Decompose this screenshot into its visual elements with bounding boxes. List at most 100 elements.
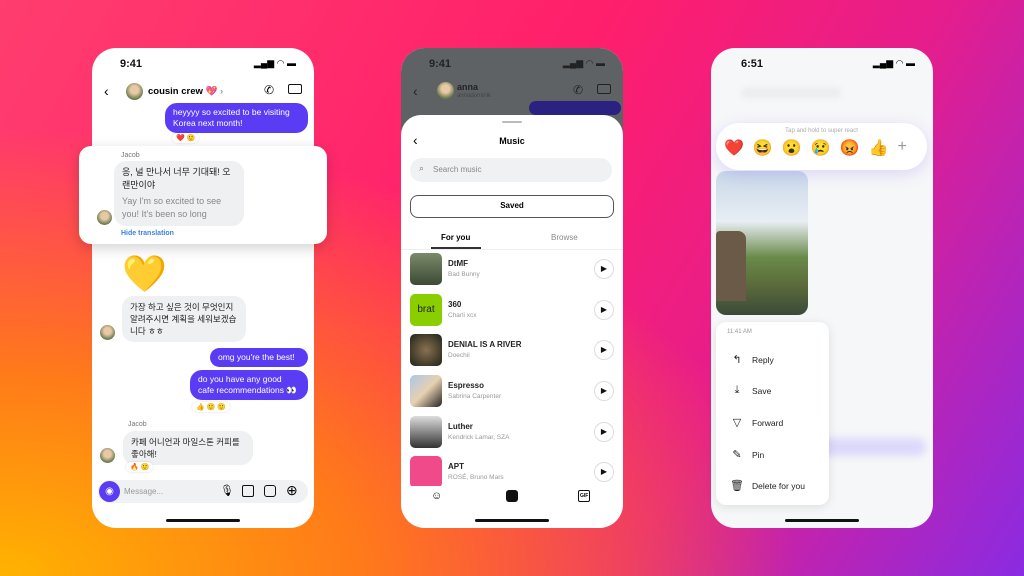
- emoji-wow[interactable]: 😮: [782, 138, 802, 158]
- avatar: [97, 210, 112, 225]
- message-bubble[interactable]: 카페 어니언과 마일스톤 커피를 좋아해!: [123, 431, 253, 465]
- song-item[interactable]: brat 360 Charli xcx ▶: [410, 294, 614, 328]
- gif-icon[interactable]: GIF: [578, 490, 591, 502]
- menu-label: Reply: [752, 354, 774, 365]
- download-icon: ⤓: [734, 384, 740, 396]
- home-indicator: [166, 519, 240, 522]
- emoji-heart[interactable]: ❤️: [724, 138, 744, 158]
- chat-name[interactable]: anna: [457, 82, 478, 92]
- heart-sticker: 💛: [122, 253, 167, 294]
- home-indicator: [475, 519, 549, 522]
- play-icon[interactable]: ▶: [594, 259, 614, 279]
- status-time: 9:41: [120, 58, 143, 70]
- divider: [401, 249, 623, 250]
- message-bubble[interactable]: omg you're the best!: [210, 348, 308, 367]
- emoji-laugh[interactable]: 😆: [753, 138, 773, 158]
- sender-name: Jacob: [128, 421, 147, 428]
- message-timestamp: 11:41 AM: [727, 329, 752, 335]
- play-icon[interactable]: ▶: [594, 340, 614, 360]
- search-placeholder: Search music: [433, 165, 482, 174]
- sender-name: Jacob: [121, 152, 140, 159]
- album-cover: [410, 334, 442, 366]
- song-title: Espresso: [448, 381, 485, 390]
- song-artist: Sabrina Carpenter: [448, 393, 502, 400]
- camera-icon[interactable]: ◉: [99, 481, 120, 502]
- message-bubble[interactable]: 가장 하고 싶은 것이 무엇인지 알려주시면 계획을 세워보겠습니다 ㅎㅎ: [122, 296, 246, 342]
- back-icon[interactable]: ‹: [413, 83, 418, 99]
- song-title: DtMF: [448, 259, 468, 268]
- menu-item-pin[interactable]: ✎ Pin: [730, 448, 764, 461]
- message-bubble: [529, 101, 621, 115]
- translation-card: Jacob 응, 널 만나서 너무 기대돼! 오랜만이야 Yay I'm so …: [79, 146, 327, 244]
- message-bubble[interactable]: do you have any good cafe recommendation…: [190, 370, 308, 400]
- album-cover: brat: [410, 294, 442, 326]
- pin-icon: ✎: [732, 449, 742, 461]
- album-cover: [410, 416, 442, 448]
- gallery-icon[interactable]: [242, 485, 254, 497]
- add-icon[interactable]: ⊕: [286, 482, 298, 499]
- avatar-sticker-icon[interactable]: ☺: [431, 490, 442, 502]
- status-icons: ▂▄▆ ◠ ▬: [872, 58, 915, 68]
- menu-item-forward[interactable]: ▽ Forward: [730, 416, 783, 429]
- add-reaction-icon[interactable]: +: [898, 138, 907, 158]
- video-call-icon[interactable]: [597, 84, 611, 94]
- blurred-header: [741, 88, 841, 98]
- phone-icon[interactable]: ✆: [264, 83, 274, 97]
- album-cover: [410, 253, 442, 285]
- play-icon[interactable]: ▶: [594, 462, 614, 482]
- reply-icon: ↰: [732, 354, 742, 366]
- message-bubble[interactable]: heyyyy so excited to be visiting Korea n…: [165, 103, 308, 133]
- message-composer: ◉ Message... 🎙 ⊕: [98, 480, 308, 503]
- chat-title[interactable]: cousin crew 💖 ›: [148, 86, 223, 97]
- menu-item-delete[interactable]: 🗑 Delete for you: [730, 479, 805, 492]
- song-title: APT: [448, 462, 464, 471]
- song-artist: Charli xcx: [448, 312, 477, 319]
- song-title: 360: [448, 300, 462, 309]
- original-text: 응, 널 만나서 너무 기대돼! 오랜만이야: [122, 167, 231, 190]
- song-title: DENIAL IS A RIVER: [448, 340, 522, 349]
- status-icons: ▂▄▆ ◠ ▬: [562, 58, 605, 68]
- reactions[interactable]: 👍 🙂 🙂: [192, 402, 231, 412]
- emoji-thumbs-up[interactable]: 👍: [869, 138, 889, 158]
- status-time: 6:51: [741, 58, 764, 70]
- emoji-angry[interactable]: 😡: [840, 138, 860, 158]
- sheet-title: Music: [499, 136, 525, 146]
- tab-browse[interactable]: Browse: [551, 233, 578, 242]
- sticker-icon[interactable]: [264, 485, 276, 497]
- emoji-cry[interactable]: 😢: [811, 138, 831, 158]
- photo-message[interactable]: [716, 171, 808, 315]
- song-item[interactable]: Espresso Sabrina Carpenter ▶: [410, 375, 614, 409]
- message-input[interactable]: Message...: [124, 487, 163, 496]
- play-icon[interactable]: ▶: [594, 422, 614, 442]
- drag-handle[interactable]: [502, 121, 522, 123]
- menu-label: Delete for you: [752, 480, 805, 491]
- song-item[interactable]: DENIAL IS A RIVER Doechii ▶: [410, 334, 614, 368]
- hide-translation-link[interactable]: Hide translation: [121, 230, 174, 237]
- menu-label: Pin: [752, 449, 765, 460]
- sticker-icon[interactable]: [506, 490, 518, 502]
- play-icon[interactable]: ▶: [594, 381, 614, 401]
- search-music-input[interactable]: ⌕ Search music: [410, 158, 612, 182]
- saved-button[interactable]: Saved: [410, 195, 614, 218]
- status-icons: ▂▄▆ ◠ ▬: [253, 58, 296, 68]
- video-call-icon[interactable]: [288, 84, 302, 94]
- phone-icon[interactable]: ✆: [573, 83, 583, 97]
- microphone-icon[interactable]: 🎙: [220, 484, 234, 497]
- song-title: Luther: [448, 422, 473, 431]
- song-item[interactable]: DtMF Bad Bunny ▶: [410, 253, 614, 287]
- tab-for-you[interactable]: For you: [441, 233, 470, 242]
- reactions[interactable]: 🔥 🙂: [126, 462, 154, 472]
- reactions[interactable]: ❤️ 🙂: [172, 133, 200, 143]
- menu-item-reply[interactable]: ↰ Reply: [730, 353, 774, 366]
- song-artist: Doechii: [448, 352, 470, 359]
- song-item[interactable]: APT ROSÉ, Bruno Mars ▶: [410, 456, 614, 486]
- song-item[interactable]: Luther Kendrick Lamar, SZA ▶: [410, 416, 614, 450]
- play-icon[interactable]: ▶: [594, 300, 614, 320]
- back-icon[interactable]: ‹: [104, 83, 109, 99]
- avatar: [437, 82, 454, 99]
- menu-item-save[interactable]: ⤓ Save: [730, 384, 772, 397]
- trash-icon: 🗑: [730, 480, 744, 492]
- song-artist: ROSÉ, Bruno Mars: [448, 474, 504, 481]
- message-bubble[interactable]: 응, 널 만나서 너무 기대돼! 오랜만이야 Yay I'm so excite…: [114, 161, 244, 226]
- album-cover: [410, 375, 442, 407]
